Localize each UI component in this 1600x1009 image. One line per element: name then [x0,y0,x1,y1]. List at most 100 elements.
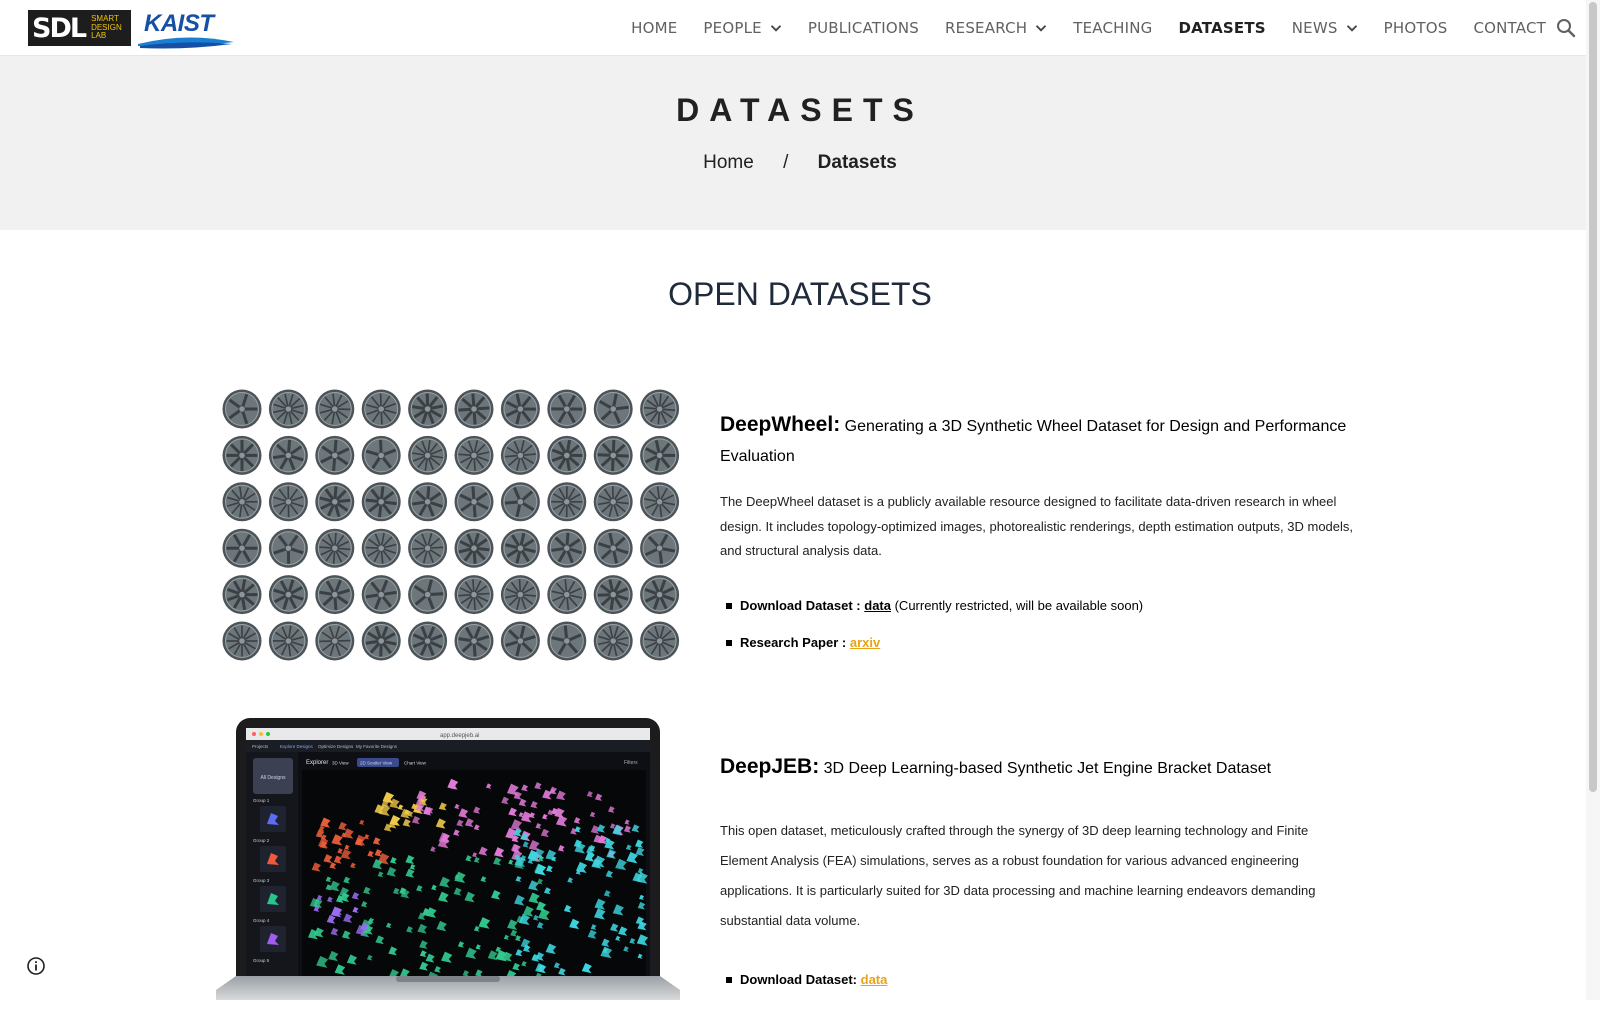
laptop-group-label: Group 2 [253,838,270,843]
wheel-thumbnail [223,622,262,661]
bullet-label: Download Dataset : [740,598,864,613]
laptop-group-label: Group 3 [253,878,270,883]
deepjeb-links: Download Dataset: data [720,972,1360,1009]
wheel-thumbnail [315,390,354,429]
wheel-thumbnail [640,436,679,475]
sdl-logo-mark: SDL [32,15,85,42]
breadcrumb: Home / Datasets [0,152,1600,174]
wheel-thumbnail [315,482,354,521]
chevron-down-icon[interactable] [1346,22,1358,34]
wheel-thumbnail [315,529,354,568]
dataset-subtitle: 3D Deep Learning-based Synthetic Jet Eng… [824,760,1271,777]
nav-item-contact[interactable]: CONTACT [1473,19,1546,37]
bullet-label: Research Paper : [740,635,850,650]
scrollbar-thumb[interactable] [1589,2,1597,792]
laptop-filters: Filters [624,760,638,766]
kaist-logo[interactable]: KAIST [136,10,236,46]
search-icon[interactable] [1554,16,1578,40]
wheel-thumbnail [594,575,633,614]
wheel-thumbnail [455,436,494,475]
deepwheel-heading: DeepWheel: Generating a 3D Synthetic Whe… [720,412,1360,472]
laptop-view-button: 3D View [332,761,349,766]
wheel-thumbnail [223,575,262,614]
wheel-thumbnail [501,622,540,661]
wheel-thumbnail [501,436,540,475]
nav-item-research[interactable]: RESEARCH [945,19,1047,37]
laptop-group-label: Group 5 [253,958,270,963]
list-item: Download Dataset: data [720,972,1360,1009]
wheel-thumbnail [594,529,633,568]
info-icon[interactable] [26,956,46,976]
page-title: DATASETS [0,92,1600,129]
wheel-thumbnail [269,482,308,521]
wheel-thumbnail [594,622,633,661]
wheel-thumbnail [362,575,401,614]
laptop-tab: Optimize Designs [318,744,354,749]
nav-item-label: TEACHING [1073,19,1152,37]
sdl-logo[interactable]: SDL SMART DESIGN LAB [28,10,131,46]
wheel-thumbnail [269,622,308,661]
arxiv-link[interactable]: arxiv [850,635,880,650]
chevron-down-icon[interactable] [770,22,782,34]
nav-item-label: PHOTOS [1384,19,1448,37]
laptop-url-text: app.deepjeb.ai [440,733,479,739]
main-nav: HOME PEOPLE PUBLICATIONS RESEARCH TEACHING DA… [605,0,1546,56]
deepwheel-description: The DeepWheel dataset is a publicly avai… [720,490,1356,564]
wheel-thumbnail [501,575,540,614]
dataset-name: DeepJEB: [720,755,819,778]
wheel-thumbnail [408,575,447,614]
nav-item-label: PEOPLE [703,19,761,37]
breadcrumb-home-link[interactable]: Home [703,152,754,173]
deepwheel-links: Download Dataset : data (Currently restr… [720,598,1360,672]
wheel-thumbnail [594,482,633,521]
wheel-thumbnail [640,482,679,521]
laptop-group-label: Group 4 [253,918,270,923]
wheel-thumbnail [547,622,586,661]
wheel-thumbnail [547,436,586,475]
wheel-thumbnail [269,529,308,568]
wheel-thumbnail [640,390,679,429]
wheel-thumbnail [501,482,540,521]
wheel-thumbnail [455,482,494,521]
list-item: Download Dataset : data (Currently restr… [720,598,1360,635]
nav-item-label: DATASETS [1179,19,1266,37]
nav-item-publications[interactable]: PUBLICATIONS [808,19,919,37]
wheel-thumbnail [408,622,447,661]
nav-item-teaching[interactable]: TEACHING [1073,19,1152,37]
wheel-thumbnail [640,622,679,661]
nav-item-datasets[interactable]: DATASETS [1179,19,1266,37]
laptop-group-label: Group 1 [253,798,270,803]
laptop-tab: Explore Designs [280,744,314,749]
wheel-thumbnail [315,436,354,475]
breadcrumb-separator: / [783,152,788,174]
laptop-view-button: Chart View [404,761,427,766]
wheel-thumbnail [455,575,494,614]
sdl-logo-words: SMART DESIGN LAB [91,15,122,41]
download-data-link[interactable]: data [861,972,888,987]
bullet-note: (Currently restricted, will be available… [891,598,1143,613]
nav-item-people[interactable]: PEOPLE [703,19,781,37]
wheel-thumbnail [362,529,401,568]
wheel-thumbnail [269,575,308,614]
download-data-link[interactable]: data [864,598,891,613]
wheel-thumbnail [594,390,633,429]
list-item: Research Paper : arxiv [720,635,1360,672]
wheel-thumbnail [408,482,447,521]
nav-item-label: NEWS [1292,19,1338,37]
dataset-name: DeepWheel: [720,413,840,436]
wheel-thumbnail [315,575,354,614]
wheel-thumbnail [408,390,447,429]
nav-item-home[interactable]: HOME [631,19,677,37]
chevron-down-icon[interactable] [1035,22,1047,34]
page-scrollbar[interactable] [1586,0,1600,1000]
wheel-thumbnail [223,390,262,429]
wheel-thumbnail [362,436,401,475]
nav-item-news[interactable]: NEWS [1292,19,1358,37]
wheel-thumbnail [269,390,308,429]
laptop-panel-title: Explorer [306,760,328,766]
nav-item-label: HOME [631,19,677,37]
laptop-view-button: 2D Scatter View [360,761,393,766]
wheel-thumbnail [455,529,494,568]
wheel-thumbnail [547,575,586,614]
nav-item-photos[interactable]: PHOTOS [1384,19,1448,37]
